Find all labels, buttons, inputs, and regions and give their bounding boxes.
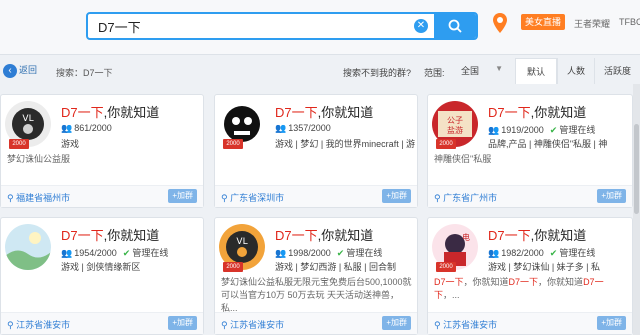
people-icon: 👥 <box>275 248 287 258</box>
join-group-button[interactable]: +加群 <box>597 316 626 330</box>
search-icon <box>448 19 462 33</box>
group-card[interactable]: 公子 盐游 2000 D7一下,你就知道 👥 1919/2000 ✔ 管理在线 品牌,产… <box>427 94 633 208</box>
svg-text:VL: VL <box>22 114 33 124</box>
group-tags: 游戏 | 梦幻诛仙 | 妹子多 | 私 <box>488 262 601 272</box>
member-count: 👥 1919/2000 ✔ 管理在线 <box>488 125 596 135</box>
tab-activity[interactable]: 活跃度 <box>594 58 640 84</box>
group-card[interactable]: VL 2000 D7一下,你就知道 👥 1998/2000 ✔ 管理在线 游戏 | 梦… <box>214 217 418 335</box>
top-link-honor-of-kings[interactable]: 王者荣耀 <box>574 17 610 30</box>
manager-online-icon: ✔ <box>336 248 345 258</box>
back-button[interactable]: ‹ 返回 <box>3 63 37 78</box>
group-tags: 游戏 <box>61 139 80 149</box>
location-pin-icon: ⚲ <box>221 193 228 203</box>
scope-value: 全国 <box>461 66 480 76</box>
level-badge: 2000 <box>9 139 29 149</box>
location: ⚲ 福建省福州市 <box>7 193 71 203</box>
group-description: 梦幻诛仙公益私服无限元宝免费后台500,1000就可以当官方10万 50万去玩 … <box>221 277 412 313</box>
people-icon: 👥 <box>61 123 73 133</box>
people-icon: 👥 <box>275 123 287 133</box>
scope-select[interactable]: 全国 ▼ <box>455 64 503 78</box>
group-description: D7一下，你就知道D7一下，你就知道D7一下，... <box>434 277 604 300</box>
scrollbar-thumb[interactable] <box>634 124 639 214</box>
filter-bar: ‹ 返回 搜索：D7一下 搜索不到我的群? 范围: 全国 ▼ 默认 人数 活跃度 <box>0 58 640 84</box>
top-link-tfbc[interactable]: TFBC <box>619 17 640 27</box>
group-title[interactable]: D7一下,你就知道 <box>488 225 586 244</box>
level-badge: 2000 <box>436 262 456 272</box>
back-arrow-icon: ‹ <box>3 63 17 78</box>
group-card[interactable]: 电 2000 D7一下,你就知道 👥 1982/2000 ✔ 管理在线 游戏 | 梦幻… <box>427 217 633 335</box>
group-tags: 游戏 | 梦幻西游 | 私服 | 回合制 <box>275 262 397 272</box>
level-badge: 2000 <box>223 139 243 149</box>
chevron-down-icon: ▼ <box>495 64 503 73</box>
group-tags: 游戏 | 剑侠情缘新区 <box>61 262 141 272</box>
location: ⚲ 江苏省淮安市 <box>434 320 498 330</box>
location-pin-icon: ⚲ <box>434 320 441 330</box>
card-footer: ⚲ 福建省福州市 +加群 <box>1 185 203 207</box>
manager-online-icon: ✔ <box>549 125 558 135</box>
group-card[interactable]: D7一下,你就知道 👥 1954/2000 ✔ 管理在线 游戏 | 剑侠情缘新区 ⚲ … <box>0 217 204 335</box>
location-pin-icon: ⚲ <box>434 193 441 203</box>
top-bar: ✕ 美女直播 王者荣耀 TFBC <box>0 0 640 55</box>
location-pin-icon: ⚲ <box>7 193 14 203</box>
group-title[interactable]: D7一下,你就知道 <box>61 102 159 121</box>
group-description: 神雕侠侣"私服 <box>434 154 492 164</box>
group-title[interactable]: D7一下,你就知道 <box>275 102 373 121</box>
manager-online-icon: ✔ <box>549 248 558 258</box>
avatar <box>5 224 51 270</box>
group-title[interactable]: D7一下,你就知道 <box>275 225 373 244</box>
group-tags: 品牌,产品 | 神雕侠侣"私服 | 神 <box>488 139 608 149</box>
group-card[interactable]: 2000 D7一下,你就知道 👥 1357/2000 游戏 | 梦幻 | 我的世界… <box>214 94 418 208</box>
location: ⚲ 广东省广州市 <box>434 193 498 203</box>
level-badge: 2000 <box>223 262 243 272</box>
scrollbar[interactable] <box>633 84 640 335</box>
join-group-button[interactable]: +加群 <box>168 316 197 330</box>
join-group-button[interactable]: +加群 <box>597 189 626 203</box>
card-footer: ⚲ 广东省广州市 +加群 <box>428 185 632 207</box>
search-input[interactable] <box>88 14 438 38</box>
join-group-button[interactable]: +加群 <box>382 189 411 203</box>
location: ⚲ 江苏省淮安市 <box>7 320 71 330</box>
join-group-button[interactable]: +加群 <box>382 316 411 330</box>
card-footer: ⚲ 江苏省淮安市 +加群 <box>428 312 632 334</box>
manager-online-icon: ✔ <box>122 248 131 258</box>
clear-icon[interactable]: ✕ <box>414 19 428 33</box>
map-pin-icon[interactable] <box>492 12 508 34</box>
card-footer: ⚲ 广东省深圳市 +加群 <box>215 185 417 207</box>
tab-default[interactable]: 默认 <box>515 58 557 84</box>
join-group-button[interactable]: +加群 <box>168 189 197 203</box>
member-count: 👥 861/2000 <box>61 123 112 133</box>
search-box: ✕ <box>86 12 478 40</box>
group-title[interactable]: D7一下,你就知道 <box>488 102 586 121</box>
group-card[interactable]: VL 2000 D7一下,你就知道 👥 861/2000 游戏 梦幻诛仙公益服 ⚲… <box>0 94 204 208</box>
search-summary: 搜索：D7一下 <box>56 68 113 78</box>
not-found-link[interactable]: 搜索不到我的群? <box>343 66 411 79</box>
location-pin-icon: ⚲ <box>221 320 228 330</box>
member-count: 👥 1954/2000 ✔ 管理在线 <box>61 248 169 258</box>
group-title[interactable]: D7一下,你就知道 <box>61 225 159 244</box>
back-label: 返回 <box>19 65 38 75</box>
search-button[interactable] <box>434 14 476 38</box>
member-count: 👥 1998/2000 ✔ 管理在线 <box>275 248 383 258</box>
people-icon: 👥 <box>488 125 500 135</box>
location: ⚲ 江苏省淮安市 <box>221 320 285 330</box>
card-footer: ⚲ 江苏省淮安市 +加群 <box>1 312 203 334</box>
level-badge: 2000 <box>436 139 456 149</box>
results-grid: VL 2000 D7一下,你就知道 👥 861/2000 游戏 梦幻诛仙公益服 ⚲… <box>0 84 640 335</box>
tab-members[interactable]: 人数 <box>557 58 594 84</box>
card-footer: ⚲ 江苏省淮安市 +加群 <box>215 312 417 334</box>
location: ⚲ 广东省深圳市 <box>221 193 285 203</box>
live-badge[interactable]: 美女直播 <box>521 14 566 30</box>
group-tags: 游戏 | 梦幻 | 我的世界minecraft | 游 <box>275 139 416 149</box>
location-pin-icon: ⚲ <box>7 320 14 330</box>
people-icon: 👥 <box>488 248 500 258</box>
svg-text:VL: VL <box>236 237 247 247</box>
group-description: 梦幻诛仙公益服 <box>7 154 71 164</box>
scope-label: 范围: <box>424 68 445 78</box>
people-icon: 👥 <box>61 248 73 258</box>
member-count: 👥 1982/2000 ✔ 管理在线 <box>488 248 596 258</box>
member-count: 👥 1357/2000 <box>275 123 331 133</box>
svg-text:电: 电 <box>462 232 470 242</box>
svg-text:盐游: 盐游 <box>447 125 463 135</box>
svg-text:公子: 公子 <box>447 116 463 125</box>
